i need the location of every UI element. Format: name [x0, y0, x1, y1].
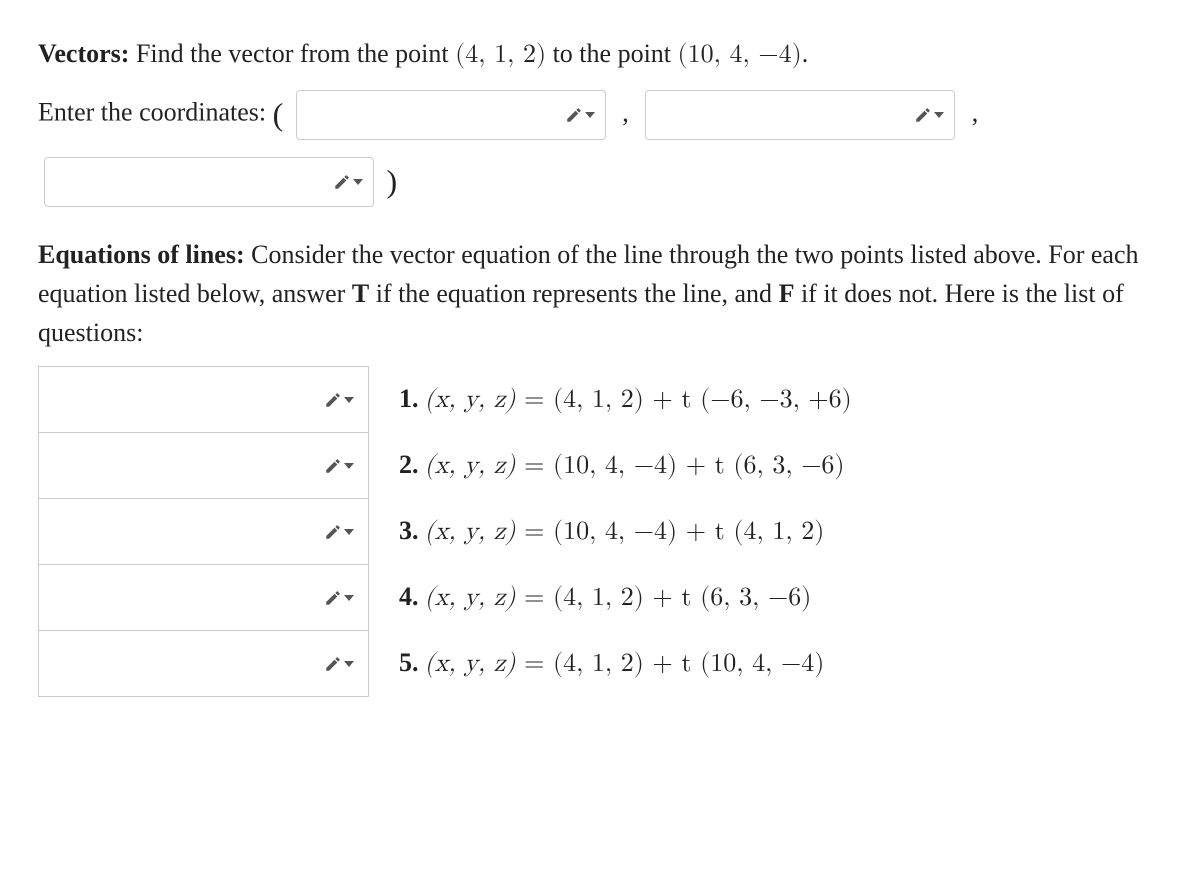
eq-num: 3. — [399, 516, 419, 545]
eq-num: 2. — [399, 450, 419, 479]
t-label: T — [352, 279, 369, 308]
tf-input-2[interactable] — [39, 433, 369, 499]
coord-z-input[interactable] — [44, 157, 374, 207]
table-row: 5.(x, y, z) = (4, 1, 2) + t (10, 4, −4) — [39, 631, 853, 697]
point-1: (4, 1, 2) — [455, 42, 546, 68]
equation-5: 5.(x, y, z) = (4, 1, 2) + t (10, 4, −4) — [369, 631, 853, 697]
edit-dropdown-icon — [324, 391, 354, 409]
equation-4: 4.(x, y, z) = (4, 1, 2) + t (6, 3, −6) — [369, 565, 853, 631]
equations-heading: Equations of lines: — [38, 240, 245, 269]
edit-dropdown-icon — [324, 655, 354, 673]
eq-num: 5. — [399, 648, 419, 677]
f-label: F — [779, 279, 795, 308]
equation-3: 3.(x, y, z) = (10, 4, −4) + t (4, 1, 2) — [369, 499, 853, 565]
tf-input-3[interactable] — [39, 499, 369, 565]
coord-x-input[interactable] — [296, 90, 606, 140]
edit-dropdown-icon — [324, 457, 354, 475]
edit-dropdown-icon — [565, 106, 595, 124]
tf-input-5[interactable] — [39, 631, 369, 697]
table-row: 4.(x, y, z) = (4, 1, 2) + t (6, 3, −6) — [39, 565, 853, 631]
table-row: 3.(x, y, z) = (10, 4, −4) + t (4, 1, 2) — [39, 499, 853, 565]
question-content: Vectors: Find the vector from the point … — [38, 34, 1162, 697]
point-2: (10, 4, −4) — [678, 42, 802, 68]
edit-dropdown-icon — [333, 173, 363, 191]
equation-1: 1.(x, y, z) = (4, 1, 2) + t (−6, −3, +6) — [369, 367, 853, 433]
eq-num: 1. — [399, 384, 419, 413]
coord-entry-line: Enter the coordinates: ( , , ) — [38, 81, 1162, 215]
coord-y-input[interactable] — [645, 90, 955, 140]
enter-coordinates-label: Enter the coordinates: — [38, 98, 273, 127]
equation-2: 2.(x, y, z) = (10, 4, −4) + t (6, 3, −6) — [369, 433, 853, 499]
comma-1: , — [622, 98, 629, 127]
tf-input-1[interactable] — [39, 367, 369, 433]
tf-table: 1.(x, y, z) = (4, 1, 2) + t (−6, −3, +6)… — [38, 366, 853, 697]
edit-dropdown-icon — [324, 523, 354, 541]
vectors-prompt-2: to the point — [546, 39, 677, 68]
vectors-prompt-end: . — [802, 39, 809, 68]
equations-text-2: if the equation represents the line, and — [369, 279, 778, 308]
vectors-heading: Vectors: — [38, 39, 129, 68]
edit-dropdown-icon — [914, 106, 944, 124]
comma-2: , — [972, 98, 979, 127]
equations-paragraph: Equations of lines: Consider the vector … — [38, 235, 1162, 352]
edit-dropdown-icon — [324, 589, 354, 607]
table-row: 2.(x, y, z) = (10, 4, −4) + t (6, 3, −6) — [39, 433, 853, 499]
eq-num: 4. — [399, 582, 419, 611]
open-paren: ( — [273, 96, 284, 132]
vectors-prompt-1: Find the vector from the point — [129, 39, 455, 68]
tf-input-4[interactable] — [39, 565, 369, 631]
close-paren: ) — [387, 163, 398, 199]
vectors-paragraph: Vectors: Find the vector from the point … — [38, 34, 1162, 75]
table-row: 1.(x, y, z) = (4, 1, 2) + t (−6, −3, +6) — [39, 367, 853, 433]
